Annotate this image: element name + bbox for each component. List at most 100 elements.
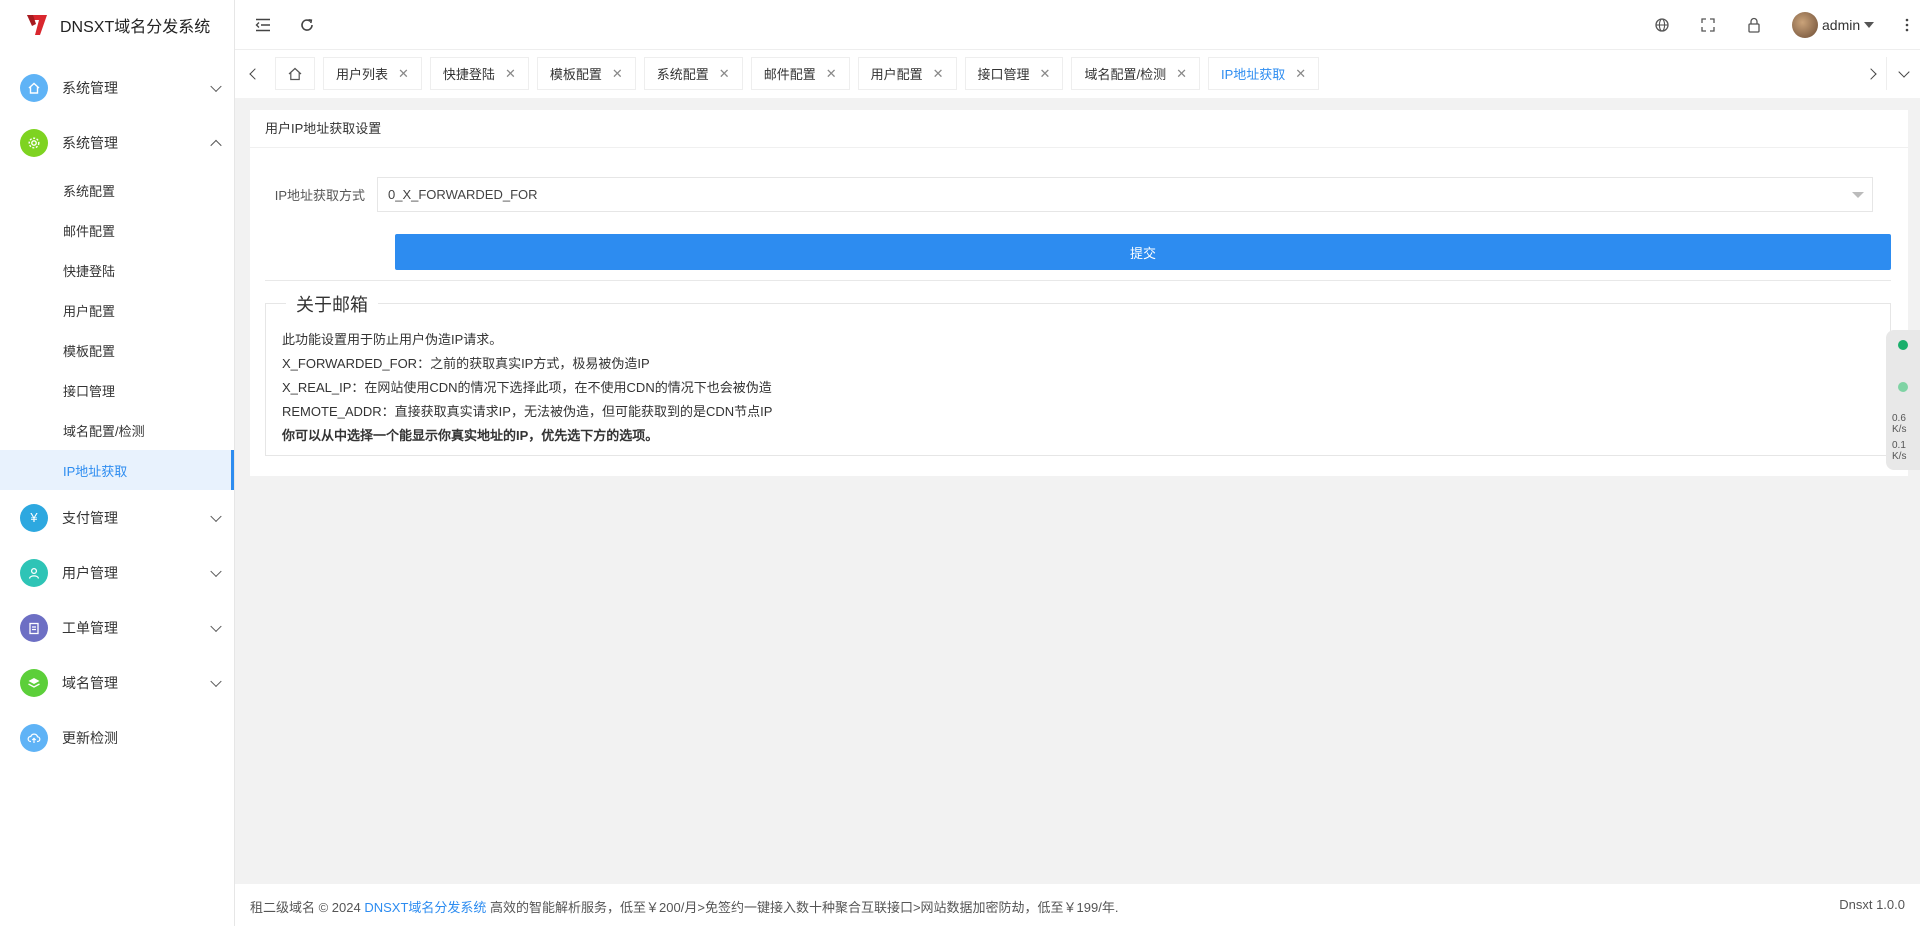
tab-label: 用户配置	[870, 67, 923, 82]
tabs-scroll-right-icon[interactable]	[1859, 62, 1883, 86]
yen-icon: ¥	[20, 503, 48, 532]
footer-link[interactable]: DNSXT域名分发系统	[364, 900, 486, 915]
sidebar-item-system-config[interactable]: 系统配置	[0, 170, 234, 210]
logo[interactable]: DNSXT域名分发系统	[0, 0, 234, 50]
sidebar-group-domains[interactable]: 域名管理	[0, 655, 234, 710]
tab-home[interactable]	[275, 57, 315, 90]
sidebar-group-update-check[interactable]: 更新检测	[0, 710, 234, 765]
ip-method-row: IP地址获取方式 0_X_FORWARDED_FOR	[265, 177, 1873, 212]
tab-system-config[interactable]: 系统配置 ✕	[643, 57, 743, 90]
sidebar-group-label: 支付管理	[62, 509, 118, 526]
sidebar-item-domain-config[interactable]: 域名配置/检测	[0, 410, 234, 450]
tab-label: 快捷登陆	[442, 67, 495, 82]
close-icon[interactable]: ✕	[826, 66, 837, 82]
footer-suffix: 高效的智能解析服务，低至￥200/月>免签约一键接入数十种聚合互联接口>网站数据…	[490, 900, 1119, 915]
tabs-dropdown-icon[interactable]	[1886, 57, 1920, 90]
logo-icon	[27, 15, 47, 35]
close-icon[interactable]: ✕	[933, 66, 944, 82]
sidebar-group-tickets[interactable]: 工单管理	[0, 600, 234, 655]
info-highlight: 你可以从中选择一个能显示你真实地址的IP，优先选下方的选项。	[282, 428, 659, 443]
sidebar-menu: 系统管理 系统管理 系统配置 邮件配置 快捷登陆 用户配置 模板配置 接口管理 …	[0, 60, 234, 765]
footer-version: Dnsxt 1.0.0	[1839, 897, 1905, 912]
close-icon[interactable]: ✕	[1040, 66, 1051, 82]
sidebar-group-label: 工单管理	[62, 619, 118, 636]
tab-label: 接口管理	[977, 67, 1030, 82]
tab-user-config[interactable]: 用户配置 ✕	[857, 57, 957, 90]
close-icon[interactable]: ✕	[719, 66, 730, 82]
tab-label: 模板配置	[549, 67, 602, 82]
info-line: REMOTE_ADDR：直接获取真实请求IP，无法被伪造，但可能获取到的是CDN…	[282, 404, 773, 419]
card-title: 用户IP地址获取设置	[250, 110, 1908, 148]
tab-template-config[interactable]: 模板配置 ✕	[536, 57, 636, 90]
tabs-scroll-left-icon[interactable]	[243, 62, 267, 86]
ip-method-value: 0_X_FORWARDED_FOR	[388, 187, 538, 202]
lock-icon[interactable]	[1744, 15, 1764, 35]
sidebar-item-api-management[interactable]: 接口管理	[0, 370, 234, 410]
user-menu[interactable]: admin	[1792, 12, 1875, 38]
info-line: 此功能设置用于防止用户伪造IP请求。	[282, 332, 503, 347]
about-legend: 关于邮箱	[286, 291, 378, 317]
sidebar-item-quick-login[interactable]: 快捷登陆	[0, 250, 234, 290]
footer-prefix: 租二级域名 © 2024	[250, 900, 361, 915]
avatar	[1792, 12, 1818, 38]
footer: 租二级域名 © 2024 DNSXT域名分发系统 高效的智能解析服务，低至￥20…	[235, 884, 1920, 926]
home-icon	[20, 73, 48, 102]
ip-method-select[interactable]: 0_X_FORWARDED_FOR	[377, 177, 1873, 212]
close-icon[interactable]: ✕	[398, 66, 409, 82]
tab-domain-config[interactable]: 域名配置/检测 ✕	[1071, 57, 1200, 90]
tab-label: IP地址获取	[1220, 67, 1286, 82]
app-title: DNSXT域名分发系统	[60, 19, 211, 36]
ip-settings-card: 用户IP地址获取设置 IP地址获取方式 0_X_FORWARDED_FOR 提交…	[250, 110, 1908, 476]
tabs-bar: 用户列表 ✕ 快捷登陆 ✕ 模板配置 ✕ 系统配置 ✕ 邮件配置 ✕ 用户配置 ✕ 接口管理…	[235, 50, 1920, 98]
sidebar-group-system-1[interactable]: 系统管理	[0, 60, 234, 115]
tab-ip-fetch[interactable]: IP地址获取 ✕	[1207, 57, 1320, 90]
tab-label: 系统配置	[656, 67, 709, 82]
close-icon[interactable]: ✕	[1295, 66, 1306, 82]
sidebar-group-label: 用户管理	[62, 564, 118, 581]
chevron-down-icon	[210, 675, 222, 687]
sidebar-item-template-config[interactable]: 模板配置	[0, 330, 234, 370]
tab-api-management[interactable]: 接口管理 ✕	[964, 57, 1064, 90]
layers-icon	[20, 668, 48, 697]
download-speed: 0.1 K/s	[1892, 440, 1907, 462]
about-info: 此功能设置用于防止用户伪造IP请求。 X_FORWARDED_FOR：之前的获取…	[282, 328, 772, 448]
sidebar-item-ip-fetch[interactable]: IP地址获取	[0, 450, 234, 490]
sidebar-group-system-2[interactable]: 系统管理	[0, 115, 234, 170]
sidebar-group-users[interactable]: 用户管理	[0, 545, 234, 600]
close-icon[interactable]: ✕	[505, 66, 516, 82]
sidebar-item-mail-config[interactable]: 邮件配置	[0, 210, 234, 250]
sidebar: DNSXT域名分发系统 系统管理 系统管理 系统配置 邮件配置 快捷登陆 用户配…	[0, 0, 235, 926]
tab-quick-login[interactable]: 快捷登陆 ✕	[429, 57, 529, 90]
sidebar-group-label: 系统管理	[62, 134, 118, 151]
sidebar-group-label: 域名管理	[62, 674, 118, 691]
user-name: admin	[1822, 17, 1861, 33]
tab-label: 域名配置/检测	[1084, 67, 1167, 82]
more-vertical-icon[interactable]	[1897, 15, 1917, 35]
tab-user-list[interactable]: 用户列表 ✕	[323, 57, 422, 90]
footer-text: 租二级域名 © 2024 DNSXT域名分发系统 高效的智能解析服务，低至￥20…	[250, 897, 1118, 916]
network-speed-widget[interactable]: 0.6 K/s 0.1 K/s	[1886, 330, 1920, 470]
close-icon[interactable]: ✕	[1176, 66, 1187, 82]
tab-mail-config[interactable]: 邮件配置 ✕	[750, 57, 850, 90]
sidebar-group-label: 系统管理	[62, 79, 118, 96]
submit-button[interactable]: 提交	[395, 234, 1891, 270]
tab-label: 邮件配置	[763, 67, 816, 82]
sidebar-group-label: 更新检测	[62, 729, 118, 746]
upload-speed: 0.6 K/s	[1892, 413, 1907, 435]
ip-method-label: IP地址获取方式	[274, 188, 365, 203]
info-line: X_FORWARDED_FOR：之前的获取真实IP方式，极易被伪造IP	[282, 356, 650, 371]
sidebar-group-payment[interactable]: ¥ 支付管理	[0, 490, 234, 545]
close-icon[interactable]: ✕	[612, 66, 623, 82]
clipboard-icon	[20, 613, 48, 642]
chevron-up-icon	[210, 139, 222, 151]
tabs: 用户列表 ✕ 快捷登陆 ✕ 模板配置 ✕ 系统配置 ✕ 邮件配置 ✕ 用户配置 ✕ 接口管理…	[275, 57, 1320, 90]
globe-icon[interactable]	[1652, 15, 1672, 35]
refresh-icon[interactable]	[297, 15, 317, 35]
sidebar-item-user-config[interactable]: 用户配置	[0, 290, 234, 330]
cloud-upload-icon	[20, 723, 48, 752]
caret-down-icon	[1864, 22, 1875, 28]
divider	[265, 280, 1891, 281]
collapse-menu-icon[interactable]	[253, 15, 273, 35]
chevron-down-icon	[210, 565, 222, 577]
fullscreen-icon[interactable]	[1698, 15, 1718, 35]
